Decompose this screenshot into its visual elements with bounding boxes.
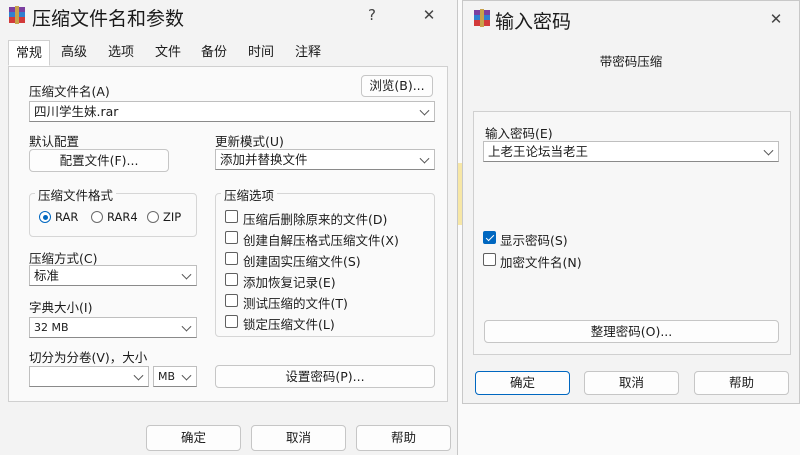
- split-volume-label: 切分为分卷(V)，大小: [29, 350, 148, 365]
- dictionary-value: 32 MB: [34, 321, 69, 334]
- set-password-button[interactable]: 设置密码(P)...: [215, 365, 435, 388]
- close-icon[interactable]: ✕: [412, 0, 446, 30]
- compression-options-label: 压缩选项: [221, 185, 278, 204]
- cancel-button[interactable]: 取消: [251, 425, 346, 451]
- password-dialog-title: 输入密码: [495, 11, 572, 33]
- chevron-down-icon: [133, 370, 144, 381]
- chevron-down-icon: [181, 321, 192, 332]
- browse-button[interactable]: 浏览(B)...: [361, 75, 433, 97]
- split-size-input[interactable]: [29, 366, 149, 387]
- winrar-logo-icon: [473, 9, 491, 30]
- password-ok-button[interactable]: 确定: [475, 371, 570, 395]
- config-file-button[interactable]: 配置文件(F)...: [29, 149, 169, 172]
- checkbox-test-files[interactable]: [225, 294, 238, 307]
- checkbox-delete-after[interactable]: [225, 210, 238, 223]
- option-delete-after-label: 压缩后删除原来的文件(D): [243, 212, 388, 227]
- archive-name-field[interactable]: 四川学生妹.rar: [29, 101, 435, 122]
- option-solid-label: 创建固实压缩文件(S): [243, 254, 361, 269]
- format-rar4-label: RAR4: [107, 210, 138, 224]
- option-lock-archive-label: 锁定压缩文件(L): [243, 317, 335, 332]
- option-solid[interactable]: 创建固实压缩文件(S): [225, 251, 425, 269]
- encrypt-names-option[interactable]: 加密文件名(N): [483, 252, 633, 270]
- archive-settings-dialog: 压缩文件名和参数 ? ✕ 常规 高级 选项 文件 备份 时间 注释 压缩文件名(…: [0, 0, 458, 455]
- option-test-files[interactable]: 测试压缩的文件(T): [225, 293, 425, 311]
- chevron-down-icon: [419, 105, 430, 116]
- format-option-zip[interactable]: ZIP: [147, 210, 191, 226]
- help-title-icon[interactable]: ?: [355, 0, 389, 30]
- close-icon[interactable]: ✕: [759, 4, 793, 34]
- tab-advanced[interactable]: 高级: [54, 40, 94, 66]
- option-lock-archive[interactable]: 锁定压缩文件(L): [225, 314, 425, 332]
- default-config-label: 默认配置: [29, 134, 80, 149]
- tab-strip: 常规 高级 选项 文件 备份 时间 注释: [8, 40, 448, 67]
- format-option-rar4[interactable]: RAR4: [91, 210, 143, 226]
- password-help-button[interactable]: 帮助: [694, 371, 789, 395]
- radio-rar4[interactable]: [91, 211, 103, 223]
- chevron-down-icon: [181, 269, 192, 280]
- method-select[interactable]: 标准: [29, 265, 197, 286]
- option-sfx[interactable]: 创建自解压格式压缩文件(X): [225, 230, 425, 248]
- checkbox-recovery-record[interactable]: [225, 273, 238, 286]
- chevron-down-icon: [181, 370, 192, 381]
- checkbox-show-password[interactable]: [483, 231, 496, 244]
- archive-format-label: 压缩文件格式: [35, 185, 117, 204]
- method-value: 标准: [34, 268, 60, 283]
- option-test-files-label: 测试压缩的文件(T): [243, 296, 348, 311]
- tab-comment[interactable]: 注释: [288, 40, 328, 66]
- password-dialog-subtitle: 带密码压缩: [599, 54, 663, 69]
- format-option-rar[interactable]: RAR: [39, 210, 85, 226]
- encrypt-names-label: 加密文件名(N): [500, 255, 582, 270]
- dictionary-select[interactable]: 32 MB: [29, 317, 197, 338]
- option-recovery-record[interactable]: 添加恢复记录(E): [225, 272, 425, 290]
- organize-passwords-button[interactable]: 整理密码(O)...: [484, 320, 779, 343]
- show-password-option[interactable]: 显示密码(S): [483, 230, 633, 248]
- dictionary-label: 字典大小(I): [29, 300, 93, 315]
- format-rar-label: RAR: [55, 210, 79, 224]
- tab-general[interactable]: 常规: [8, 40, 51, 66]
- password-input[interactable]: 上老王论坛当老王: [483, 141, 779, 162]
- tab-time[interactable]: 时间: [241, 40, 281, 66]
- update-mode-value: 添加并替换文件: [220, 152, 308, 167]
- split-unit-select[interactable]: MB: [153, 366, 197, 387]
- chevron-down-icon: [419, 153, 430, 164]
- password-dialog: 输入密码 ✕ 带密码压缩 输入密码(E) 上老王论坛当老王 显示密码(S) 加密…: [462, 0, 800, 404]
- format-zip-label: ZIP: [163, 210, 182, 224]
- password-value: 上老王论坛当老王: [488, 144, 589, 159]
- update-mode-label: 更新模式(U): [215, 134, 284, 149]
- chevron-down-icon: [763, 145, 774, 156]
- checkbox-sfx[interactable]: [225, 231, 238, 244]
- tab-files[interactable]: 文件: [148, 40, 188, 66]
- update-mode-select[interactable]: 添加并替换文件: [215, 149, 435, 170]
- dialog-title: 压缩文件名和参数: [32, 8, 185, 30]
- general-panel: 压缩文件名(A) 浏览(B)... 四川学生妹.rar 默认配置 配置文件(F)…: [8, 66, 448, 402]
- radio-zip[interactable]: [147, 211, 159, 223]
- option-delete-after[interactable]: 压缩后删除原来的文件(D): [225, 209, 425, 227]
- ok-button[interactable]: 确定: [146, 425, 241, 451]
- radio-rar[interactable]: [39, 211, 51, 223]
- show-password-label: 显示密码(S): [500, 233, 568, 248]
- tab-options[interactable]: 选项: [101, 40, 141, 66]
- checkbox-lock-archive[interactable]: [225, 315, 238, 328]
- archive-name-value: 四川学生妹.rar: [34, 104, 119, 119]
- checkbox-solid[interactable]: [225, 252, 238, 265]
- tab-backup[interactable]: 备份: [194, 40, 234, 66]
- split-unit-value: MB: [158, 370, 176, 383]
- option-recovery-record-label: 添加恢复记录(E): [243, 275, 336, 290]
- checkbox-encrypt-names[interactable]: [483, 253, 496, 266]
- archive-name-label: 压缩文件名(A): [29, 84, 110, 99]
- help-button[interactable]: 帮助: [356, 425, 451, 451]
- password-label: 输入密码(E): [485, 126, 553, 141]
- winrar-logo-icon: [8, 6, 26, 27]
- option-sfx-label: 创建自解压格式压缩文件(X): [243, 233, 399, 248]
- password-cancel-button[interactable]: 取消: [584, 371, 679, 395]
